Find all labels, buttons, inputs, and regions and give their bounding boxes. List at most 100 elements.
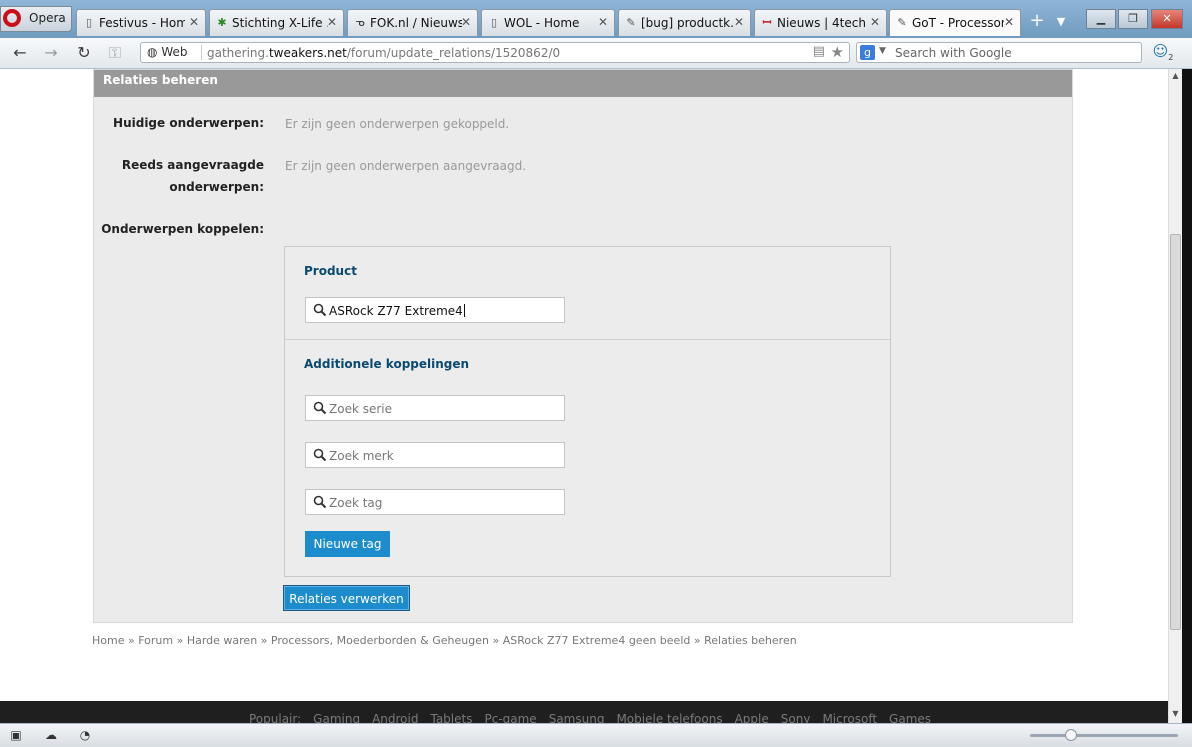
search-engine-box[interactable]: g ▼ Search with Google <box>856 42 1142 63</box>
vertical-scrollbar[interactable]: ▲ ▼ <box>1168 69 1182 723</box>
doc-icon: ▯ <box>490 16 498 29</box>
tab-wol[interactable]: ▯ WOL - Home ✕ <box>481 9 615 36</box>
close-window-button[interactable]: ✕ <box>1151 9 1183 29</box>
product-section-title: Product <box>304 264 357 278</box>
tab-title: GoT - Processor... <box>912 16 1004 30</box>
web-label: Web <box>161 45 188 59</box>
close-tab-icon[interactable]: ✕ <box>598 15 608 29</box>
footer-link[interactable]: Android <box>372 712 418 723</box>
chevron-down-icon[interactable]: ▼ <box>1052 12 1070 32</box>
back-arrow-icon[interactable]: ← <box>9 43 31 63</box>
restore-button[interactable]: ❐ <box>1118 9 1148 29</box>
tab-bug-productk[interactable]: ✎ [bug] productk... ✕ <box>618 9 751 36</box>
product-search-input[interactable]: ASRock Z77 Extreme4 <box>305 297 565 323</box>
tab-stichting-x-life[interactable]: ✱ Stichting X-Life ... ✕ <box>209 9 344 36</box>
scroll-down-icon[interactable]: ▼ <box>1169 709 1182 718</box>
address-bar[interactable]: ◍ Web gathering.tweakers.net/forum/updat… <box>140 42 850 63</box>
google-icon[interactable]: g <box>860 45 875 60</box>
url-text[interactable]: gathering.tweakers.net/forum/update_rela… <box>207 46 560 60</box>
footer-link[interactable]: Apple <box>735 712 769 723</box>
palm-icon: ✱ <box>217 16 227 29</box>
brand-search-placeholder: Zoek merk <box>329 449 394 463</box>
opera-menu-button[interactable]: Opera <box>0 6 72 32</box>
breadcrumb-separator: » <box>173 634 187 647</box>
tag-search-input[interactable]: Zoek tag <box>305 489 565 515</box>
address-toolbar: ← → ↻ ⚿ ◍ Web gathering.tweakers.net/for… <box>0 38 1192 69</box>
breadcrumb-separator: » <box>690 634 705 647</box>
footer-link[interactable]: Samsung <box>549 712 605 723</box>
breadcrumb-forum[interactable]: Forum <box>138 634 173 647</box>
panel-toggle-icon[interactable]: ▣ <box>8 728 24 742</box>
close-tab-icon[interactable]: ✕ <box>1004 15 1014 29</box>
footer-link[interactable]: Microsoft <box>822 712 877 723</box>
search-icon <box>313 303 327 317</box>
opera-menu-label: Opera <box>29 11 66 25</box>
doc-icon: ▯ <box>85 16 93 29</box>
breadcrumb-home[interactable]: Home <box>92 634 124 647</box>
footer-link[interactable]: Pc-game <box>484 712 536 723</box>
zoom-slider[interactable] <box>1030 729 1178 741</box>
footer-link[interactable]: Sony <box>781 712 811 723</box>
bookmark-star-icon[interactable]: ★ <box>831 43 844 61</box>
tab-title: [bug] productk... <box>641 16 733 30</box>
breadcrumb-separator: » <box>488 634 503 647</box>
link-topics-label: Onderwerpen koppelen: <box>101 222 264 236</box>
series-search-input[interactable]: Zoek serie <box>305 395 565 421</box>
tab-4tech[interactable]: ꟷ Nieuws | 4tech ✕ <box>754 9 887 36</box>
breadcrumb-topic[interactable]: ASRock Z77 Extreme4 geen beeld <box>503 634 691 647</box>
background-window-strip <box>1182 69 1192 723</box>
requested-topics-value: Er zijn geen onderwerpen aangevraagd. <box>285 159 527 173</box>
engine-dropdown-icon[interactable]: ▼ <box>879 46 886 56</box>
cloud-icon[interactable]: ☁ <box>43 728 59 742</box>
breadcrumb-processors[interactable]: Processors, Moederborden & Geheugen <box>271 634 489 647</box>
brand-search-input[interactable]: Zoek merk <box>305 442 565 468</box>
additional-section-title: Additionele koppelingen <box>304 357 470 371</box>
close-tab-icon[interactable]: ✕ <box>461 15 471 29</box>
text-caret <box>463 304 465 317</box>
minimize-button[interactable]: ▁ <box>1086 9 1116 29</box>
scroll-up-icon[interactable]: ▲ <box>1169 71 1182 80</box>
current-topics-value: Er zijn geen onderwerpen gekoppeld. <box>285 117 510 131</box>
close-tab-icon[interactable]: ✕ <box>327 15 337 29</box>
tab-strip: Opera ▯ Festivus - Home ✕ ✱ Stichting X-… <box>0 0 1192 38</box>
key-icon[interactable]: ⚿ <box>104 43 126 63</box>
footer-link[interactable]: Mobiele telefoons <box>616 712 722 723</box>
forward-arrow-icon[interactable]: → <box>40 43 62 63</box>
opera-unite-icon[interactable]: ☺2 <box>1152 42 1174 64</box>
footer-link[interactable]: Gaming <box>313 712 360 723</box>
tab-fok[interactable]: ᓀ FOK.nl / Nieuws... ✕ <box>347 9 478 36</box>
close-tab-icon[interactable]: ✕ <box>189 15 199 29</box>
new-tab-icon[interactable]: + <box>1026 12 1048 32</box>
scrollbar-thumb[interactable] <box>1170 234 1181 630</box>
process-relations-button[interactable]: Relaties verwerken <box>283 585 410 611</box>
tab-title: Festivus - Home <box>99 16 185 30</box>
link-topics-form: Product ASRock Z77 Extreme4 Additionele … <box>284 246 891 577</box>
section-divider <box>285 339 890 340</box>
speed-dial-icon[interactable]: ◔ <box>77 728 93 742</box>
reload-icon[interactable]: ↻ <box>73 43 95 63</box>
tab-festivus[interactable]: ▯ Festivus - Home ✕ <box>76 9 206 36</box>
series-search-placeholder: Zoek serie <box>329 402 392 416</box>
address-separator <box>201 45 202 60</box>
footer-link[interactable]: Tablets <box>430 712 472 723</box>
site-footer: Populair: Gaming Android Tablets Pc-game Sams… <box>0 701 1168 723</box>
zoom-slider-knob[interactable] <box>1065 729 1077 741</box>
breadcrumb-separator: » <box>124 634 139 647</box>
product-search-value: ASRock Z77 Extreme4 <box>329 304 465 318</box>
breadcrumb-separator: » <box>257 634 271 647</box>
page-viewport: Relaties beheren Huidige onderwerpen: Er… <box>0 69 1168 701</box>
tab-got-processor[interactable]: ✎ GoT - Processor... ✕ <box>889 9 1021 36</box>
rss-icon[interactable]: ▤ <box>813 44 825 59</box>
breadcrumb-current: Relaties beheren <box>704 634 797 647</box>
popular-links: Populair: Gaming Android Tablets Pc-game Sams… <box>249 712 943 723</box>
footer-link[interactable]: Games <box>889 712 931 723</box>
breadcrumb-hardware[interactable]: Harde waren <box>187 634 257 647</box>
new-tag-button[interactable]: Nieuwe tag <box>305 531 390 557</box>
requested-topics-label-1: Reeds aangevraagde <box>121 158 264 172</box>
wrench-icon: ✎ <box>626 16 636 29</box>
close-tab-icon[interactable]: ✕ <box>734 15 744 29</box>
close-tab-icon[interactable]: ✕ <box>870 15 880 29</box>
web-badge[interactable]: ◍ Web <box>147 45 187 59</box>
search-placeholder: Search with Google <box>895 46 1012 60</box>
tab-title: Stichting X-Life ... <box>232 16 328 30</box>
